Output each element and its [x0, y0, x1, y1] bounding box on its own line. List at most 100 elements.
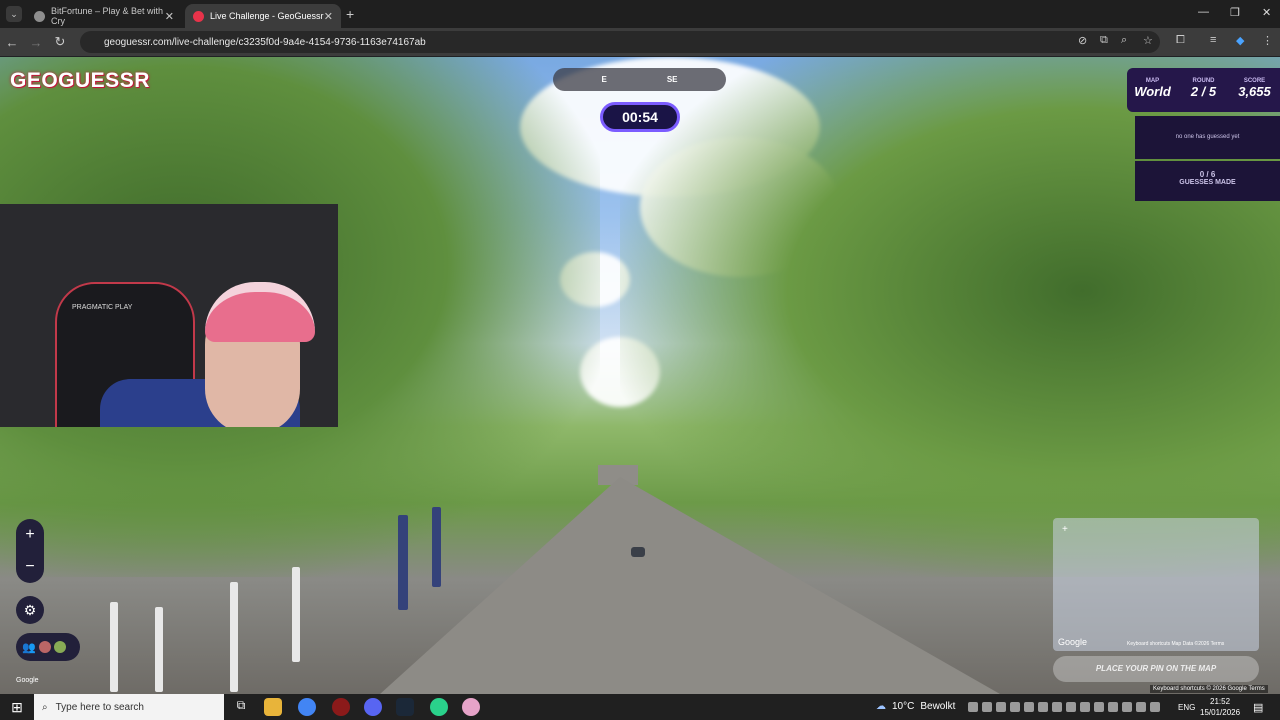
- window-close-icon[interactable]: ✕: [1262, 6, 1271, 19]
- minimap-footer: Keyboard shortcuts Map Data ©2026 Terms: [1127, 641, 1225, 647]
- url-text[interactable]: geoguessr.com/live-challenge/c3235f0d-9a…: [104, 37, 426, 48]
- minimap-zoom-in-icon[interactable]: +: [1062, 524, 1068, 535]
- weather-temp: 10°C: [892, 701, 915, 712]
- chair-brand-text: PRAGMATIC PLAY: [72, 304, 133, 311]
- game-status-panel: MAP World ROUND 2 / 5 SCORE 3,655: [1127, 68, 1280, 112]
- chrome-icon[interactable]: [298, 698, 316, 716]
- new-tab-icon[interactable]: +: [346, 6, 354, 22]
- search-icon: ⌕: [42, 701, 48, 713]
- address-bar[interactable]: geoguessr.com/live-challenge/c3235f0d-9a…: [80, 31, 1160, 53]
- tray-icon[interactable]: [982, 702, 992, 712]
- geoguessr-logo[interactable]: GEOGUESSR: [10, 69, 150, 93]
- car: [631, 547, 645, 557]
- forward-icon[interactable]: →: [24, 35, 48, 50]
- compass-label: E: [601, 75, 607, 84]
- extensions-icon[interactable]: ⧠: [1176, 34, 1185, 47]
- discord-icon[interactable]: [364, 698, 382, 716]
- install-app-icon[interactable]: ⧉: [1100, 34, 1108, 47]
- tray-icon[interactable]: [1038, 702, 1048, 712]
- tray-icon[interactable]: [1080, 702, 1090, 712]
- stat-score: SCORE 3,655: [1229, 78, 1280, 112]
- zoom-in-icon[interactable]: +: [25, 526, 34, 544]
- tray-icon[interactable]: [1052, 702, 1062, 712]
- guesses-count: 0 / 6: [1199, 170, 1216, 179]
- tray-icon[interactable]: [996, 702, 1006, 712]
- compass-label: SE: [666, 75, 678, 84]
- stat-value: 2 / 5: [1190, 84, 1217, 99]
- settings-gear-icon[interactable]: ⚙: [16, 596, 44, 624]
- stat-map: MAP World: [1127, 78, 1178, 112]
- guess-status: no one has guessed yet: [1135, 116, 1280, 159]
- minimize-icon[interactable]: —: [1198, 6, 1209, 18]
- stat-value: 3,655: [1238, 84, 1271, 99]
- bitfortune-favicon-icon: [34, 10, 45, 22]
- weather-condition: Bewolkt: [920, 701, 956, 712]
- close-icon[interactable]: ✕: [324, 10, 333, 23]
- tab-title: Live Challenge - GeoGuessr: [210, 11, 324, 21]
- tray-icon[interactable]: [1010, 702, 1020, 712]
- tray-icon[interactable]: [1066, 702, 1076, 712]
- clock[interactable]: 21:52 15/01/2026: [1200, 696, 1240, 718]
- back-icon[interactable]: ←: [0, 35, 24, 50]
- street-view[interactable]: GEOGUESSR E SE 00:54 PRAGMATIC PLAY MAP …: [0, 57, 1280, 694]
- tab-bitfortune[interactable]: BitFortune – Play & Bet with Cry ✕: [26, 4, 182, 28]
- profile-icon[interactable]: ◆: [1236, 34, 1244, 47]
- bookmark-star-icon[interactable]: ☆: [1143, 34, 1153, 47]
- tray-icon[interactable]: [1136, 702, 1146, 712]
- players-icon: 👥: [22, 641, 36, 654]
- task-view-icon[interactable]: ⧉: [232, 698, 250, 716]
- guesses-label: GUESSES MADE: [1179, 179, 1236, 186]
- file-explorer-icon[interactable]: [264, 698, 282, 716]
- minimap-google-logo: Google: [1058, 637, 1088, 647]
- fence-post: [398, 515, 408, 610]
- zoom-out-icon[interactable]: −: [25, 558, 34, 576]
- tab-geoguessr[interactable]: Live Challenge - GeoGuessr ✕: [185, 4, 341, 28]
- webcam-overlay: PRAGMATIC PLAY: [0, 204, 338, 427]
- search-placeholder: Type here to search: [55, 701, 144, 713]
- compass: E SE: [553, 68, 726, 91]
- close-icon[interactable]: ✕: [165, 10, 174, 23]
- clock-time: 21:52: [1210, 697, 1231, 706]
- weather-widget[interactable]: ☁ 10°C Bewolkt: [876, 701, 955, 712]
- avatar: [38, 641, 51, 653]
- geoguessr-favicon-icon: [193, 10, 204, 22]
- app-icon[interactable]: [332, 698, 350, 716]
- tab-title: BitFortune – Play & Bet with Cry: [51, 6, 164, 26]
- tab-search-button[interactable]: ⌄: [6, 6, 22, 22]
- app-icon[interactable]: [462, 698, 480, 716]
- tray-icon[interactable]: [1122, 702, 1132, 712]
- zoom-controls: + −: [16, 519, 44, 583]
- tray-icon[interactable]: [968, 702, 978, 712]
- stat-value: World: [1134, 84, 1171, 99]
- tray-icon[interactable]: [1150, 702, 1160, 712]
- cloud-icon: ☁: [876, 701, 886, 712]
- guess-minimap[interactable]: [1053, 518, 1259, 651]
- notification-icon[interactable]: ▤: [1253, 701, 1263, 714]
- zoom-icon[interactable]: ⌕: [1121, 34, 1127, 47]
- fence-post: [110, 602, 118, 692]
- windows-start-icon[interactable]: ⊞: [0, 699, 34, 716]
- players-button[interactable]: 👥: [16, 633, 80, 661]
- fence-post: [432, 507, 441, 587]
- tray-icon[interactable]: [1094, 702, 1104, 712]
- tray-icon[interactable]: [1024, 702, 1034, 712]
- clock-date: 15/01/2026: [1200, 708, 1241, 717]
- tray-icon[interactable]: [1108, 702, 1118, 712]
- steam-icon[interactable]: [396, 698, 414, 716]
- taskbar-search[interactable]: ⌕ Type here to search: [34, 694, 224, 720]
- reload-icon[interactable]: ↻: [48, 34, 72, 50]
- app-icon[interactable]: [430, 698, 448, 716]
- stat-round: ROUND 2 / 5: [1178, 78, 1229, 112]
- fence-post: [155, 607, 163, 692]
- browser-toolbar: ← → ↻ geoguessr.com/live-challenge/c3235…: [0, 28, 1280, 56]
- fence-post: [230, 582, 238, 692]
- language-indicator[interactable]: ENG: [1178, 703, 1195, 712]
- restore-icon[interactable]: ❐: [1230, 6, 1240, 19]
- system-tray: [968, 702, 1160, 712]
- menu-icon[interactable]: ⋮: [1262, 34, 1273, 47]
- reading-list-icon[interactable]: ≡: [1210, 34, 1216, 46]
- place-pin-button[interactable]: PLACE YOUR PIN ON THE MAP: [1053, 656, 1259, 682]
- google-logo: Google: [16, 677, 39, 684]
- fence-post: [292, 567, 300, 662]
- eye-off-icon[interactable]: ⊘: [1078, 34, 1087, 47]
